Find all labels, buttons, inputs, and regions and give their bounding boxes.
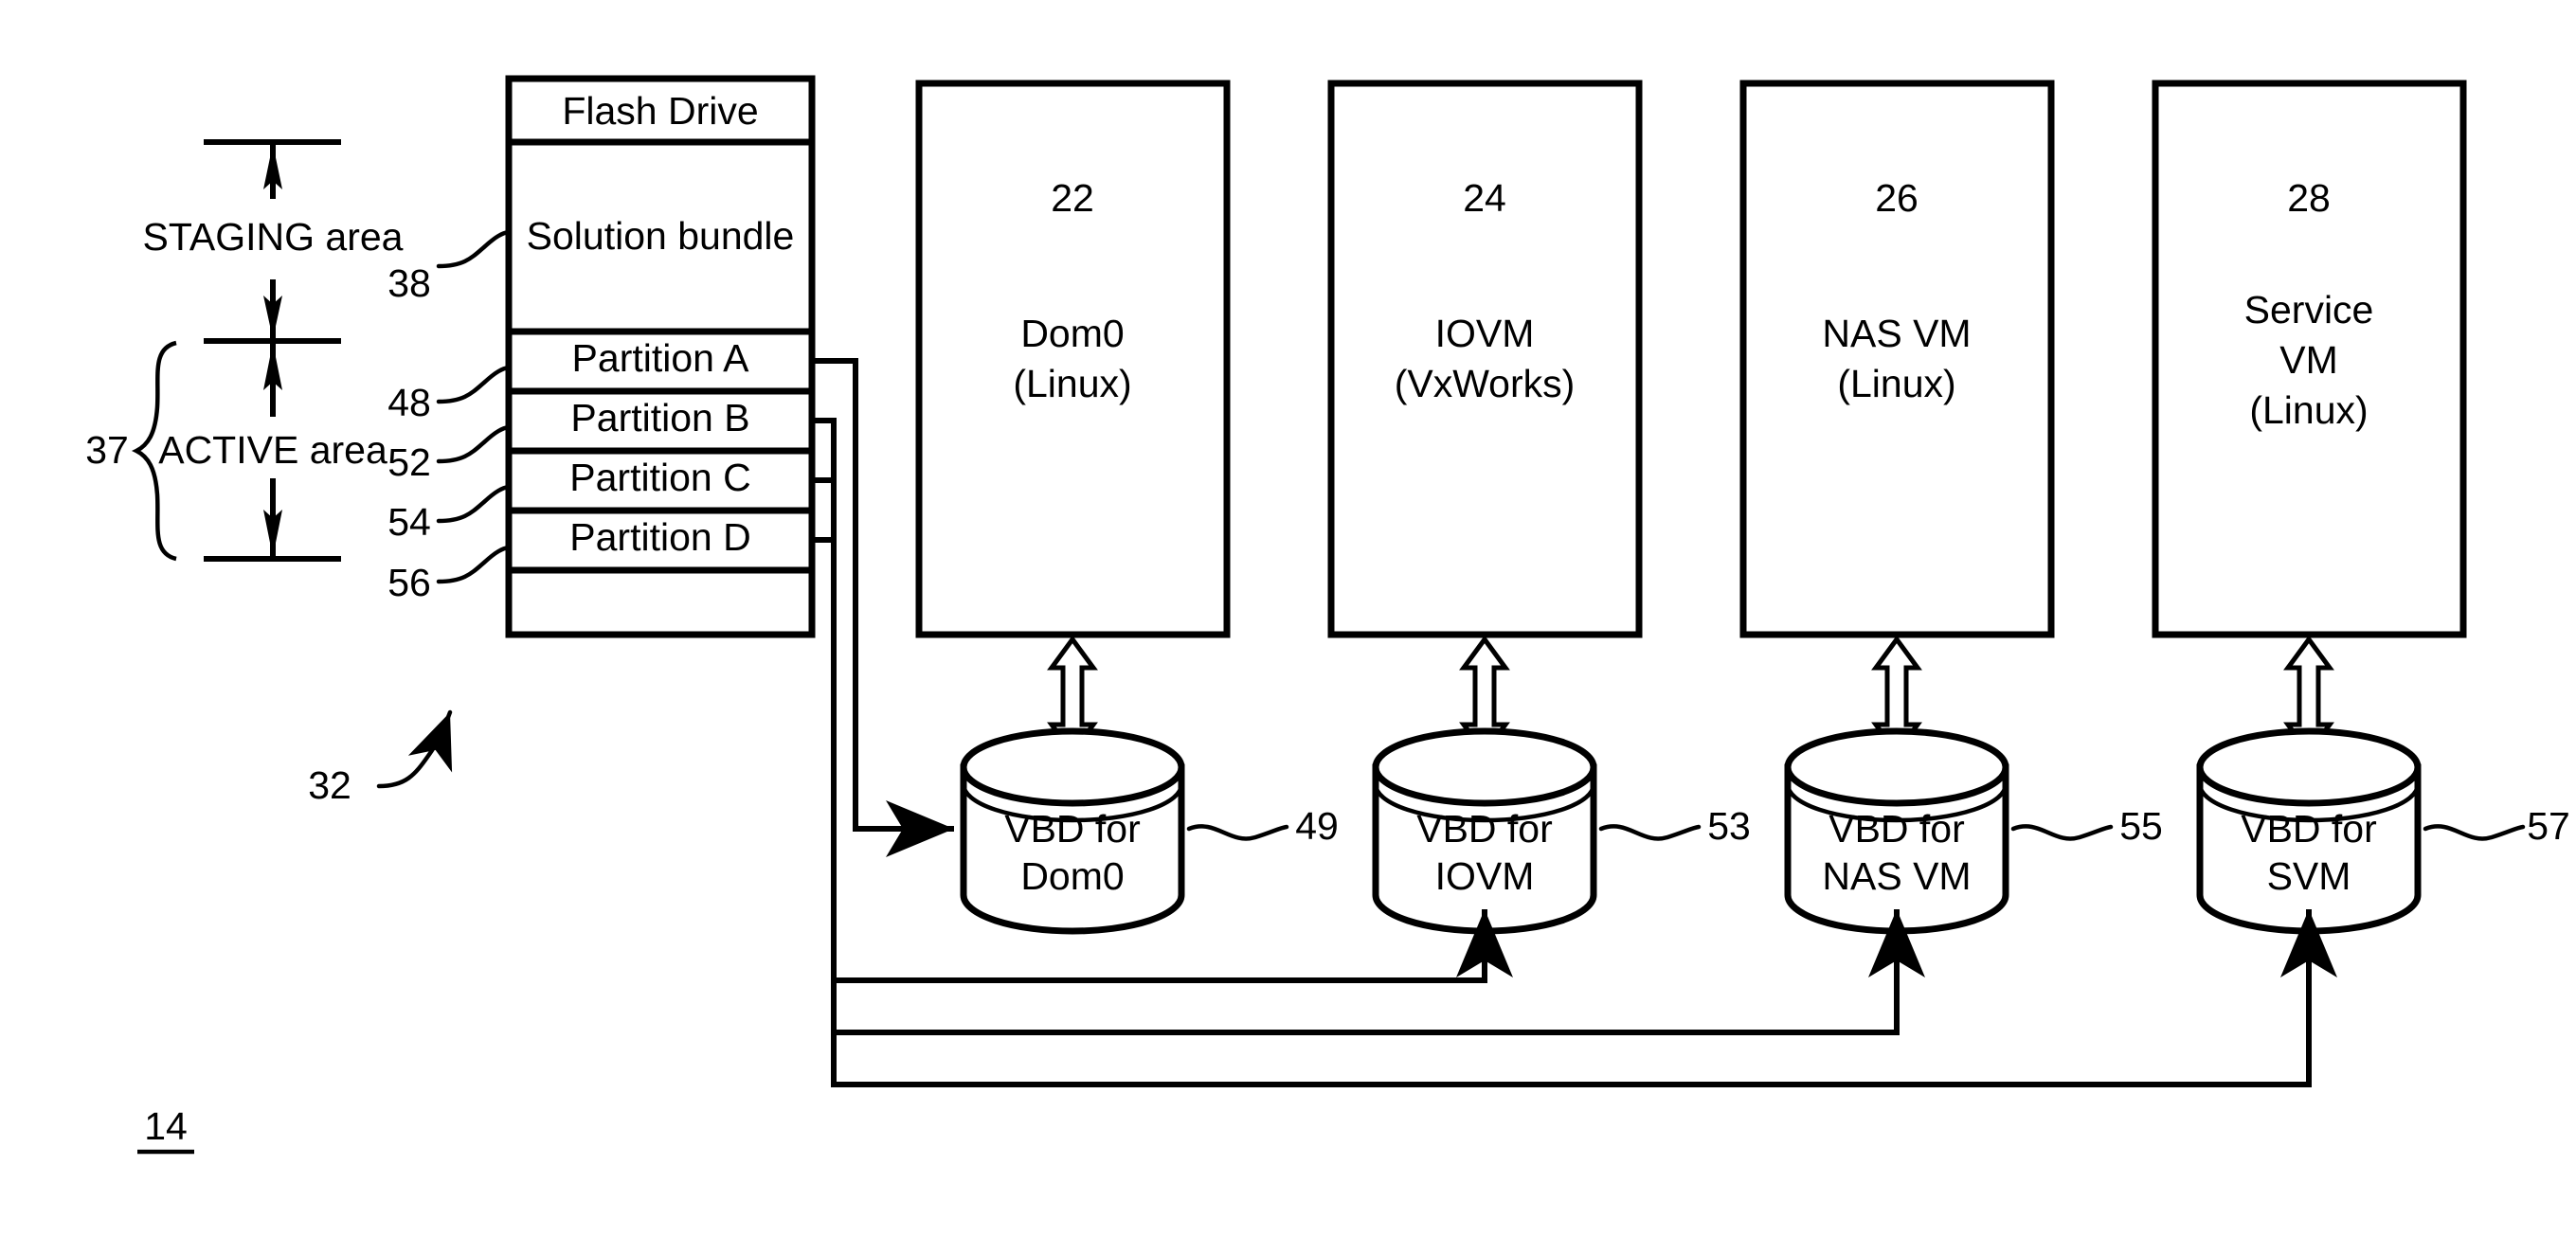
vbd-cylinder-iovm: VBD for IOVM — [1372, 727, 1597, 935]
lead-line-49 — [1186, 824, 1289, 841]
vm-ref-28: 28 — [2287, 176, 2331, 220]
vm-os-nasvm: (Linux) — [1837, 362, 1955, 405]
vm-name-iovm: IOVM — [1435, 312, 1535, 355]
partition-b-label: Partition B — [570, 396, 749, 439]
flash-drive-module: Flash Drive Solution bundle Partition A … — [387, 75, 816, 638]
vm-name-servicevm: Service — [2244, 288, 2374, 332]
staging-area-label: STAGING area — [143, 215, 404, 259]
ref-54: 54 — [387, 500, 431, 544]
lead-line-38 — [436, 229, 512, 269]
vm-name-nasvm: NAS VM — [1822, 312, 1971, 355]
vm-name2-servicevm: VM — [2279, 338, 2338, 382]
vm-ref-26: 26 — [1875, 176, 1918, 220]
vbd-cylinder-svm: VBD for SVM — [2196, 727, 2422, 935]
lead-line-53 — [1598, 824, 1702, 841]
flash-drive-title: Flash Drive — [562, 89, 758, 133]
figure-canvas: STAGING area ACTIVE area 37 Flash Drive … — [0, 0, 2576, 1255]
partition-d-label: Partition D — [569, 515, 750, 559]
vm-row: 22 Dom0 (Linux) 24 IOVM (VxWorks) 26 NAS… — [915, 80, 2467, 638]
vm-ref-24: 24 — [1463, 176, 1506, 220]
vm-os-iovm: (VxWorks) — [1395, 362, 1576, 405]
vbd-cylinder-nasvm: VBD for NAS VM — [1784, 727, 2009, 935]
partition-a-label: Partition A — [572, 336, 750, 380]
ref-57: 57 — [2527, 804, 2570, 848]
lead-line-52 — [436, 424, 512, 464]
vbd-dom0-line2: Dom0 — [1020, 854, 1124, 898]
memory-map-dimension-group: STAGING area ACTIVE area 37 — [85, 139, 404, 562]
patent-diagram: STAGING area ACTIVE area 37 Flash Drive … — [85, 75, 2570, 1155]
vbd-nasvm-line2: NAS VM — [1822, 854, 1971, 898]
figure-number-group: 14 — [137, 1104, 194, 1155]
vbd-nasvm-top — [1784, 727, 2009, 807]
partition-c-label: Partition C — [569, 456, 750, 499]
vm-vbd-bidirectional-arrows — [1047, 635, 2334, 758]
ref-53: 53 — [1707, 804, 1751, 848]
vm-name-dom0: Dom0 — [1020, 312, 1124, 355]
lead-line-57 — [2423, 824, 2526, 841]
vbd-dom0-line1: VBD for — [1004, 807, 1141, 851]
lead-line-56 — [436, 545, 512, 584]
active-area-label: ACTIVE area — [158, 428, 387, 472]
vbd-iovm-line1: VBD for — [1416, 807, 1553, 851]
vm-box-dom0 — [915, 80, 1231, 638]
vm-box-nasvm — [1739, 80, 2055, 638]
ref-56: 56 — [387, 561, 431, 604]
system-reference-callout: 32 — [308, 709, 453, 807]
ref-32: 32 — [308, 763, 351, 807]
lead-line-32 — [376, 709, 453, 789]
ref-52: 52 — [387, 440, 431, 484]
vbd-nasvm-line1: VBD for — [1828, 807, 1965, 851]
lead-line-54 — [436, 484, 512, 524]
vm-os-servicevm: (Linux) — [2249, 388, 2368, 432]
vm-ref-22: 22 — [1051, 176, 1094, 220]
vbd-iovm-line2: IOVM — [1435, 854, 1535, 898]
vbd-iovm-top — [1372, 727, 1597, 807]
active-area-brace-ref: 37 — [85, 428, 129, 472]
lead-line-55 — [2010, 824, 2114, 841]
vbd-svm-top — [2196, 727, 2422, 807]
vm-box-iovm — [1327, 80, 1643, 638]
vbd-svm-line1: VBD for — [2241, 807, 2377, 851]
vbd-dom0-top — [960, 727, 1185, 807]
ref-38: 38 — [387, 261, 431, 305]
ref-55: 55 — [2119, 804, 2163, 848]
vbd-cylinder-dom0: VBD for Dom0 — [960, 727, 1185, 935]
vbd-svm-line2: SVM — [2267, 854, 2351, 898]
figure-number: 14 — [144, 1104, 188, 1148]
solution-bundle-label: Solution bundle — [527, 214, 795, 258]
vbd-row: VBD for Dom0 49 VBD for IOVM 53 VBD for — [960, 727, 2570, 935]
lead-line-48 — [436, 365, 512, 404]
ref-49: 49 — [1295, 804, 1339, 848]
vm-os-dom0: (Linux) — [1013, 362, 1131, 405]
ref-48: 48 — [387, 381, 431, 424]
